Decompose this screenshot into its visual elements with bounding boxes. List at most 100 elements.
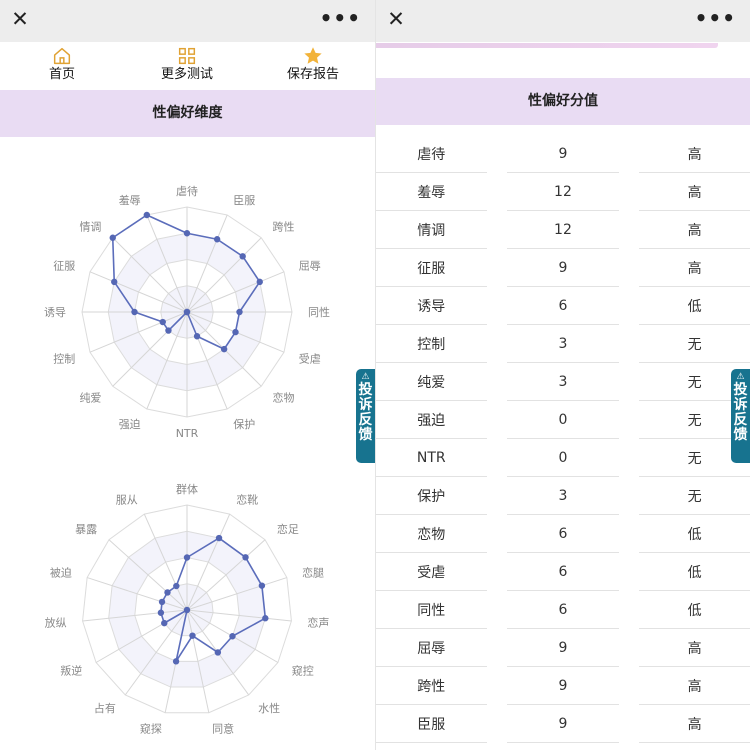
radar-axis-label: 屈辱: [299, 260, 321, 273]
feedback-button[interactable]: ⚠ 投诉反馈: [731, 369, 750, 463]
radar-point: [236, 308, 243, 316]
right-titlebar: ✕ •••: [376, 0, 750, 42]
table-row: 臣服 9 高: [376, 705, 750, 743]
dimension-level: 无: [639, 477, 750, 515]
dimension-score: 9: [506, 135, 620, 173]
dimension-level: 低: [639, 553, 750, 591]
column-gap: [487, 705, 507, 743]
radar-point: [242, 554, 249, 561]
column-gap: [619, 667, 639, 705]
more-options-icon[interactable]: •••: [695, 8, 736, 28]
radar-point: [220, 345, 228, 353]
table-row: 情调 12 高: [376, 211, 750, 249]
radar-point: [165, 327, 172, 334]
radar-axis-label: 暴露: [75, 523, 97, 536]
radar-axis-label: 受虐: [299, 352, 321, 365]
column-gap: [487, 477, 507, 515]
column-gap: [487, 591, 507, 629]
dimension-level: 低: [639, 591, 750, 629]
column-gap: [619, 173, 639, 211]
radar-axis-label: 恋靴: [236, 492, 258, 506]
nav-home[interactable]: 首页: [17, 45, 107, 85]
dimension-score: 3: [506, 363, 620, 401]
top-nav: 首页 更多测试 保存报告: [0, 42, 375, 85]
column-gap: [487, 287, 507, 325]
column-gap: [619, 135, 639, 173]
dimension-level: 高: [639, 211, 750, 249]
nav-more-tests-label: 更多测试: [160, 67, 213, 82]
table-row: 羞辱 12 高: [376, 173, 750, 211]
column-gap: [619, 401, 639, 439]
radar-point: [213, 236, 221, 243]
dimension-name: 同性: [376, 591, 487, 629]
radar-axis-label: 控制: [53, 351, 75, 365]
table-row: 跨性 9 高: [376, 667, 750, 705]
dimension-level: 无: [639, 325, 750, 363]
dimension-score: 9: [506, 249, 620, 287]
dimension-name: 臣服: [376, 705, 487, 743]
nav-more-tests[interactable]: 更多测试: [142, 45, 232, 85]
table-row: 恋物 6 低: [376, 515, 750, 553]
column-gap: [619, 553, 639, 591]
feedback-label: 投诉反馈: [358, 382, 373, 443]
radar-point: [258, 582, 266, 589]
dimension-score: 0: [506, 439, 620, 477]
column-gap: [619, 591, 639, 629]
column-gap: [487, 401, 507, 439]
column-gap: [487, 325, 507, 363]
radar-point: [193, 333, 201, 340]
radar-axis-label: 窥控: [292, 664, 314, 678]
column-gap: [487, 439, 507, 477]
radar-point: [159, 318, 166, 326]
dimension-score: 9: [506, 667, 620, 705]
close-icon[interactable]: ✕: [9, 8, 31, 30]
dimension-name: 虐待: [376, 135, 487, 173]
dimension-score: 12: [506, 211, 620, 249]
column-gap: [487, 667, 507, 705]
left-pane: ✕ ••• 首页 更多测试 保存报告 性偏好维度 虐待 臣服 跨性 屈辱 同性 …: [0, 0, 375, 750]
dimension-score: 0: [506, 401, 620, 439]
dimension-name: 保护: [376, 477, 487, 515]
radar-point: [262, 615, 269, 622]
radar-axis-label: 水性: [258, 701, 280, 715]
dimension-level: 高: [639, 667, 750, 705]
nav-home-label: 首页: [48, 67, 75, 82]
column-gap: [487, 211, 507, 249]
more-options-icon[interactable]: •••: [320, 8, 361, 28]
dimension-level: 高: [639, 135, 750, 173]
radar-axis-label: 群体: [176, 482, 198, 496]
feedback-button[interactable]: ⚠ 投诉反馈: [356, 369, 375, 463]
radar-axis-label: 恋物: [273, 391, 295, 405]
radar-axis-label: 同意: [212, 721, 234, 735]
dimension-name: 纯爱: [376, 363, 487, 401]
nav-save-report[interactable]: 保存报告: [268, 45, 358, 85]
column-gap: [487, 553, 507, 591]
radar-axis-label: 情调: [79, 220, 101, 233]
dimension-score: 9: [506, 629, 620, 667]
table-row: NTR 0 无: [376, 439, 750, 477]
column-gap: [619, 287, 639, 325]
radar-point: [183, 554, 191, 561]
radar-point: [143, 211, 151, 219]
table-row: 虐待 9 高: [376, 135, 750, 173]
table-row: 征服 9 高: [376, 249, 750, 287]
close-icon[interactable]: ✕: [385, 8, 407, 30]
radar-axis-label: 叛逆: [60, 664, 82, 678]
radar-axis-label: 征服: [53, 260, 75, 273]
dimension-name: NTR: [376, 439, 487, 477]
dimension-name: 强迫: [376, 401, 487, 439]
column-gap: [487, 515, 507, 553]
column-gap: [619, 705, 639, 743]
dimension-level: 高: [639, 629, 750, 667]
column-gap: [487, 629, 507, 667]
radar-axis-label: 虐待: [176, 184, 198, 198]
radar-axis-label: 强迫: [119, 417, 141, 431]
radar-axis-label: 跨性: [273, 219, 295, 233]
radar-axis-label: 纯爱: [79, 392, 101, 405]
screenshot: ✕ ••• 首页 更多测试 保存报告 性偏好维度 虐待 臣服 跨性 屈辱 同性 …: [0, 0, 750, 750]
score-table: 虐待 9 高羞辱 12 高情调 12 高征服 9 高诱导 6 低控制 3 无纯爱 3 无强迫 0 无 NTR 0 无保…: [376, 135, 750, 743]
dimension-score: 6: [506, 287, 620, 325]
column-gap: [619, 477, 639, 515]
dimension-name: 控制: [376, 325, 487, 363]
column-gap: [487, 249, 507, 287]
